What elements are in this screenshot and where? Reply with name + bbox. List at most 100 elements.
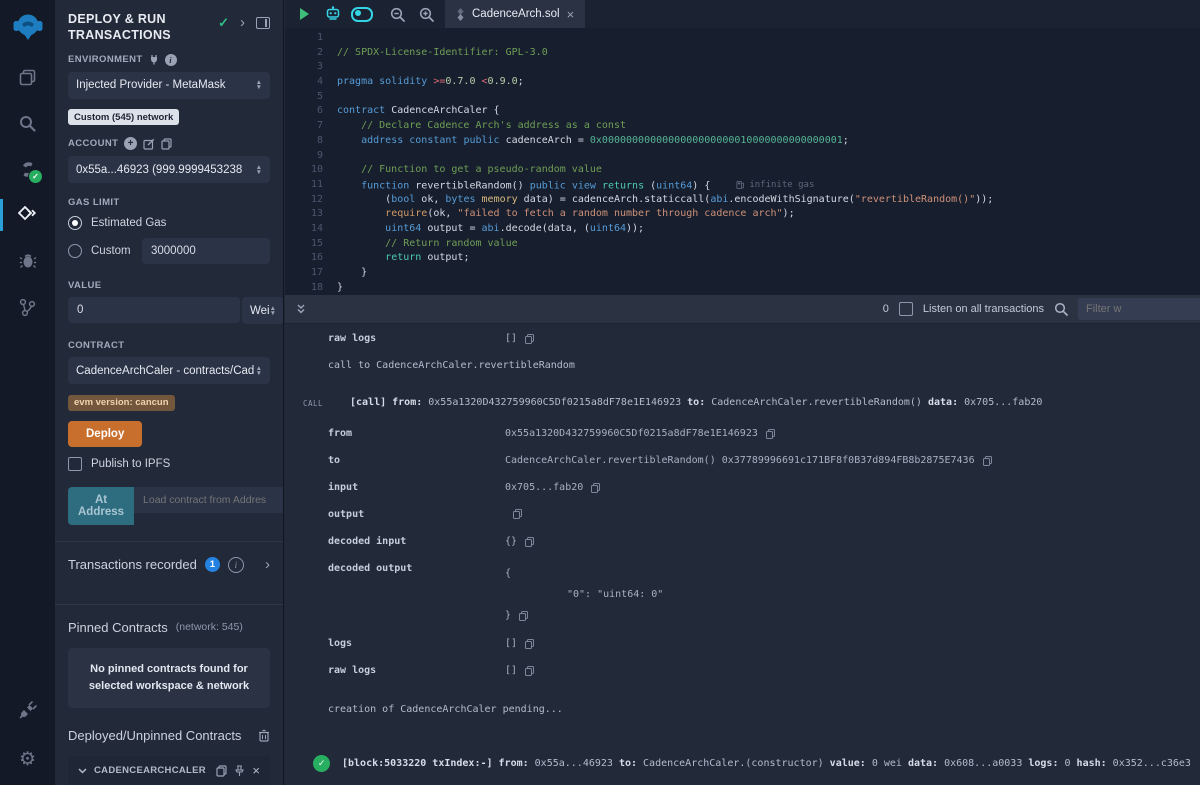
code-token <box>337 180 361 191</box>
theme-toggle-icon[interactable] <box>351 3 373 25</box>
code-token: )); <box>975 194 993 205</box>
gas-limit-label: GAS LIMIT <box>68 197 120 208</box>
code-token: contract <box>337 105 385 116</box>
code-token: // Declare Cadence Arch's address as a c… <box>337 120 626 131</box>
deploy-and-run-icon[interactable] <box>0 192 55 238</box>
log-text: CadenceArchCaler.revertibleRandom() <box>705 397 928 408</box>
pin-contract-icon[interactable] <box>234 765 245 777</box>
terminal-kv-row: logs[] <box>285 638 1200 649</box>
tx-recorded-info-icon[interactable]: i <box>228 557 244 573</box>
code-token: abi <box>482 223 500 234</box>
log-text: to: <box>687 397 705 408</box>
contract-select[interactable]: CadenceArchCaler - contracts/Cad ▲▼ <box>68 357 270 384</box>
panel-chevron-right-icon[interactable]: › <box>240 18 245 28</box>
environment-select[interactable]: Injected Provider - MetaMask ▲▼ <box>68 72 270 99</box>
code-line: // Declare Cadence Arch's address as a c… <box>337 119 1200 134</box>
solidity-compiler-icon[interactable]: ✓ <box>0 146 55 192</box>
terminal-kv-row: input0x705...fab20 <box>285 482 1200 493</box>
custom-gas-label: Custom <box>91 245 131 257</box>
evm-version-badge: evm version: cancun <box>68 395 175 411</box>
copy-account-icon[interactable] <box>161 138 172 150</box>
at-address-button[interactable]: At Address <box>68 487 134 525</box>
copy-icon[interactable] <box>525 334 534 344</box>
log-key: logs <box>328 638 505 649</box>
log-key: raw logs <box>328 665 505 676</box>
log-key: decoded input <box>328 536 505 547</box>
search-icon[interactable] <box>0 100 55 146</box>
tab-cadencearch-sol[interactable]: CadenceArch.sol × <box>445 0 585 28</box>
copy-icon[interactable] <box>513 509 522 519</box>
tab-bar: CadenceArch.sol × <box>285 0 1200 28</box>
value-unit-select[interactable]: Wei ▲▼ <box>242 297 284 324</box>
code-token: ( <box>337 194 391 205</box>
copy-icon[interactable] <box>525 639 534 649</box>
copy-icon[interactable] <box>525 537 534 547</box>
plugin-connect-icon[interactable] <box>0 687 55 733</box>
log-value: 0x705...fab20 <box>505 482 600 493</box>
line-number: 16 <box>285 251 323 266</box>
remove-contract-icon[interactable]: × <box>252 766 260 776</box>
terminal-filter-input[interactable] <box>1078 298 1200 320</box>
panel-check-icon: ✓ <box>218 15 229 31</box>
run-script-icon[interactable] <box>293 3 315 25</box>
terminal-collapse-icon[interactable] <box>295 303 307 315</box>
copy-icon[interactable] <box>519 611 528 621</box>
at-address-input[interactable] <box>134 487 284 513</box>
copy-icon[interactable] <box>591 483 600 493</box>
add-account-icon[interactable]: + <box>124 137 137 150</box>
log-value: 0x55a1320D432759960C5Df0215a8dF78e1E1469… <box>505 428 775 439</box>
account-select[interactable]: 0x55a...46923 (999.9999453238 ▲▼ <box>68 156 270 183</box>
plug-mini-icon <box>149 54 159 65</box>
panel-title: DEPLOY & RUN TRANSACTIONS <box>68 11 198 44</box>
sign-message-icon[interactable] <box>143 138 155 150</box>
copy-icon[interactable] <box>766 429 775 439</box>
pin-to-side-icon[interactable] <box>256 17 270 29</box>
estimated-gas-label: Estimated Gas <box>91 217 166 229</box>
collapse-chevron-icon[interactable] <box>78 768 87 774</box>
estimated-gas-radio[interactable] <box>68 216 82 230</box>
value-input[interactable] <box>68 297 240 323</box>
tx-success-icon: ✓ <box>313 755 330 772</box>
line-number: 4 <box>285 75 323 90</box>
settings-gear-icon[interactable]: ⚙ <box>0 733 55 785</box>
remix-logo[interactable] <box>0 0 55 54</box>
deploy-button[interactable]: Deploy <box>68 421 142 447</box>
code-editor[interactable]: 123456789101112131415161718 // SPDX-Lice… <box>285 28 1200 295</box>
code-line: return output; <box>337 251 1200 266</box>
terminal-search-icon[interactable] <box>1054 302 1068 316</box>
copy-icon[interactable] <box>525 666 534 676</box>
line-number: 14 <box>285 222 323 237</box>
listen-checkbox[interactable] <box>899 302 913 316</box>
custom-gas-radio[interactable] <box>68 244 82 258</box>
log-text: 0x55a...46923 <box>529 758 619 769</box>
terminal-message: call to CadenceArchCaler.revertibleRando… <box>285 360 1200 371</box>
select-stepper-icon: ▲▼ <box>256 366 262 376</box>
file-explorer-icon[interactable] <box>0 54 55 100</box>
code-token: public view <box>530 180 596 191</box>
custom-gas-input[interactable] <box>142 238 270 264</box>
code-token: } <box>337 282 343 293</box>
code-line: // Function to get a pseudo-random value <box>337 163 1200 178</box>
code-token: ); <box>783 208 795 219</box>
remixai-assistant-icon[interactable] <box>322 3 344 25</box>
code-line: pragma solidity >=0.7.0 <0.9.0; <box>337 75 1200 90</box>
tab-close-icon[interactable]: × <box>567 7 575 22</box>
tx-recorded-expand-icon[interactable]: › <box>265 560 270 570</box>
tx-recorded-count-badge: 1 <box>205 557 220 572</box>
log-value: {} <box>505 536 534 547</box>
terminal-output[interactable]: raw logs[]call to CadenceArchCaler.rever… <box>285 324 1200 785</box>
terminal-call-row[interactable]: call[call] from: 0x55a1320D432759960C5Df… <box>285 397 1200 408</box>
environment-info-icon[interactable]: i <box>165 54 177 66</box>
zoom-in-icon[interactable] <box>415 3 437 25</box>
clear-deployed-trash-icon[interactable] <box>258 729 270 742</box>
publish-ipfs-checkbox[interactable] <box>68 457 82 471</box>
copy-icon[interactable] <box>983 456 992 466</box>
git-icon[interactable] <box>0 284 55 330</box>
debugger-icon[interactable] <box>0 238 55 284</box>
call-tag: call <box>303 397 350 408</box>
zoom-out-icon[interactable] <box>386 3 408 25</box>
code-token: require <box>385 208 427 219</box>
tx-recorded-title: Transactions recorded <box>68 557 197 572</box>
copy-address-icon[interactable] <box>216 765 227 777</box>
terminal-tx-row[interactable]: ✓[block:5033220 txIndex:-] from: 0x55a..… <box>285 755 1200 772</box>
